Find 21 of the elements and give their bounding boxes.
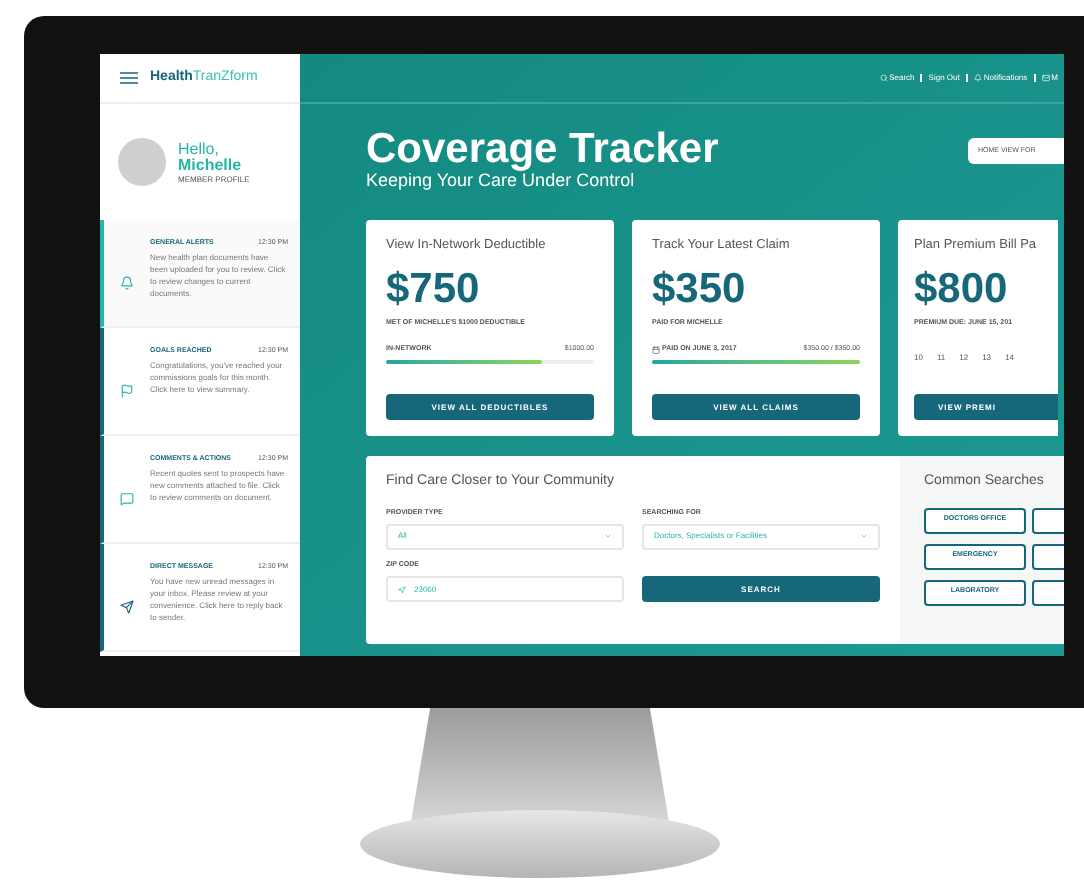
page-subtitle: Keeping Your Care Under Control bbox=[366, 170, 637, 193]
amount: $750 bbox=[386, 267, 482, 310]
location-arrow-icon bbox=[398, 585, 406, 593]
flag-icon bbox=[120, 383, 134, 397]
search-icon bbox=[879, 74, 888, 82]
search-chip[interactable] bbox=[1032, 507, 1064, 533]
user-name: Michelle bbox=[178, 157, 244, 173]
calendar-icon bbox=[652, 345, 660, 354]
menu-icon[interactable] bbox=[120, 72, 138, 84]
bell-icon bbox=[120, 275, 134, 289]
amount: $350 bbox=[652, 267, 748, 310]
chat-bubble-icon bbox=[120, 491, 134, 505]
page-title: Coverage Tracker bbox=[366, 128, 719, 170]
mail-icon bbox=[1041, 74, 1050, 82]
greeting: Hello, bbox=[178, 141, 221, 157]
bell-icon bbox=[973, 74, 982, 82]
paper-plane-icon bbox=[120, 599, 134, 613]
avatar bbox=[118, 138, 166, 186]
amount: $800 bbox=[914, 267, 1010, 310]
search-chip[interactable] bbox=[1032, 579, 1064, 605]
search-chip[interactable] bbox=[1032, 543, 1064, 569]
